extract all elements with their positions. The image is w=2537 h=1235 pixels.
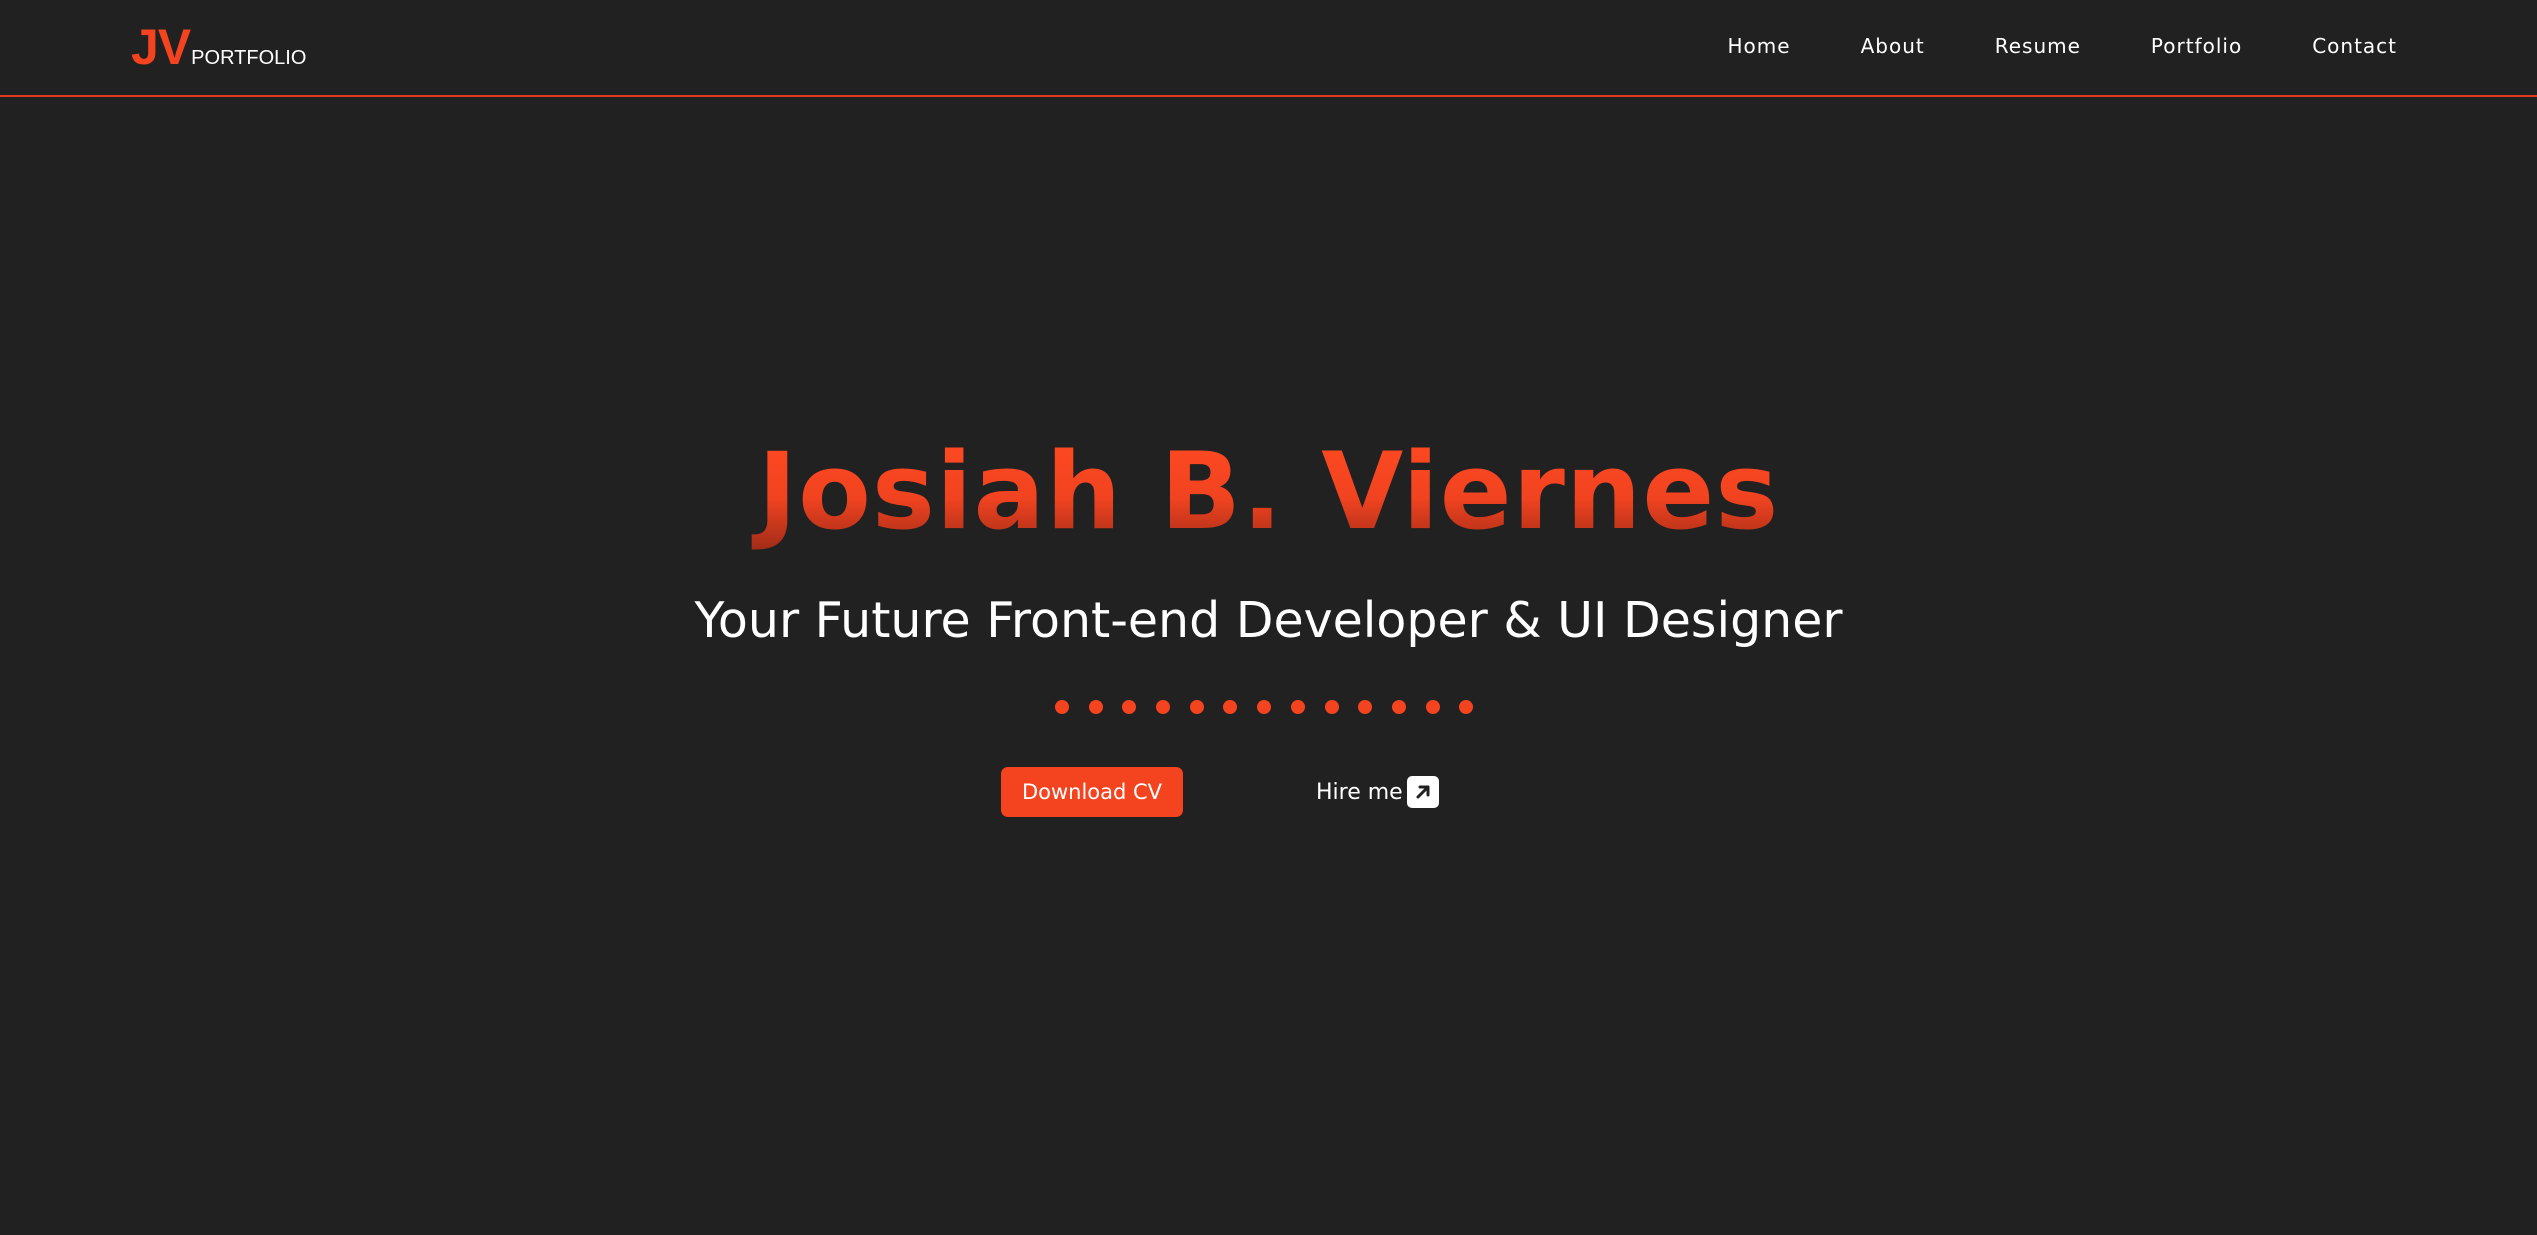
nav-item-home[interactable]: Home bbox=[1728, 34, 1791, 58]
divider-dot bbox=[1156, 700, 1171, 714]
divider-dot bbox=[1223, 700, 1238, 714]
site-header: JV PORTFOLIO Home About Resume Portfolio… bbox=[0, 0, 2537, 97]
logo-text: PORTFOLIO bbox=[191, 47, 307, 69]
divider-dot bbox=[1391, 700, 1406, 714]
divider-dot bbox=[1290, 700, 1305, 714]
nav-item-about[interactable]: About bbox=[1861, 34, 1925, 58]
divider-dot bbox=[1459, 700, 1474, 714]
hire-me-label: Hire me bbox=[1316, 779, 1403, 805]
arrow-up-right-icon bbox=[1406, 776, 1439, 808]
hero-subtitle: Your Future Front-end Developer & UI Des… bbox=[694, 592, 1843, 649]
divider-dot bbox=[1358, 700, 1373, 714]
logo[interactable]: JV PORTFOLIO bbox=[131, 20, 306, 72]
logo-mark: JV bbox=[131, 19, 191, 75]
nav-item-contact[interactable]: Contact bbox=[2312, 34, 2397, 58]
nav-item-portfolio[interactable]: Portfolio bbox=[2151, 34, 2242, 58]
dot-divider bbox=[1055, 700, 1474, 714]
download-cv-button[interactable]: Download CV bbox=[1001, 767, 1183, 817]
divider-dot bbox=[1189, 700, 1204, 714]
divider-dot bbox=[1122, 700, 1137, 714]
hire-me-button[interactable]: Hire me bbox=[1316, 774, 1439, 810]
divider-dot bbox=[1257, 700, 1272, 714]
hero-name: Josiah B. Viernes bbox=[0, 432, 2537, 552]
divider-dot bbox=[1324, 700, 1339, 714]
portfolio-page: JV PORTFOLIO Home About Resume Portfolio… bbox=[0, 0, 2537, 1235]
divider-dot bbox=[1425, 700, 1440, 714]
divider-dot bbox=[1055, 700, 1069, 714]
nav-item-resume[interactable]: Resume bbox=[1995, 34, 2081, 58]
main-nav: Home About Resume Portfolio Contact bbox=[1658, 34, 2397, 58]
divider-dot bbox=[1088, 700, 1103, 714]
